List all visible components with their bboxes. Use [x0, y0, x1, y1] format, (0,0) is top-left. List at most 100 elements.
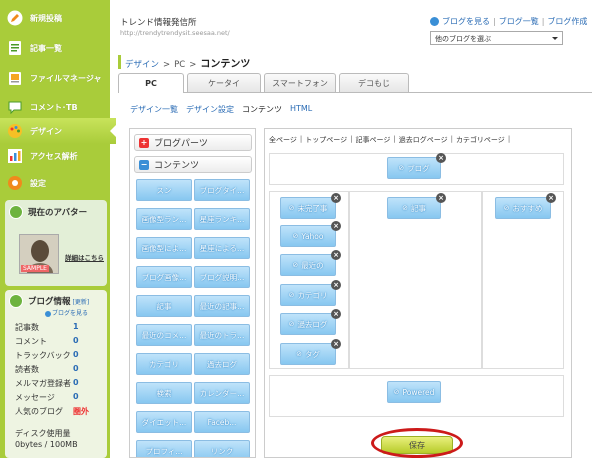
stat-label: 人気のブログ [15, 407, 63, 416]
save-button[interactable]: 保存 [381, 436, 453, 454]
part-item[interactable]: カレンダー... [194, 382, 250, 404]
nav-access-analysis[interactable]: アクセス解析 [0, 143, 108, 169]
part-item[interactable]: 記事 [136, 295, 192, 317]
link-icon: ⊘ [296, 350, 302, 358]
avatar-details-link[interactable]: 詳細はこちら [65, 252, 104, 262]
sub-nav-design-settings[interactable]: デザイン設定 [186, 104, 234, 115]
link-icon: ⊘ [288, 204, 295, 212]
blog-info-update-link[interactable]: [更新] [73, 297, 90, 306]
blog-url: http://trendytrendysit.seesaa.net/ [120, 29, 230, 37]
minus-icon: − [139, 159, 149, 170]
left-column-block[interactable]: ⊘ カテゴリ [280, 284, 336, 306]
part-item[interactable]: 過去ログ [194, 353, 250, 375]
left-column-block[interactable]: ⊘ Yahoo [280, 225, 336, 247]
nav-new-post[interactable]: 新規投稿 [0, 5, 108, 31]
blog-parts-title: ブログパーツ [154, 139, 208, 149]
tab-mobile[interactable]: ケータイ [187, 73, 261, 92]
close-icon[interactable]: × [331, 339, 341, 349]
header-block[interactable]: ⊘ ブログ [387, 157, 441, 179]
palette-icon [6, 122, 24, 140]
contents-header[interactable]: − コンテンツ [134, 156, 252, 173]
link-icon: ⊘ [398, 164, 405, 172]
left-column-block[interactable]: ⊘ 最近の [280, 254, 336, 276]
create-blog-link[interactable]: ブログ作成 [547, 16, 587, 27]
close-icon[interactable]: × [331, 309, 341, 319]
page-link-archive[interactable]: 過去ログページ [399, 135, 448, 145]
page-title: コンテンツ [200, 59, 251, 70]
nav-article-list[interactable]: 記事一覧 [0, 35, 108, 61]
part-item[interactable]: 画像型によ... [136, 237, 192, 259]
part-item[interactable]: ダイエット... [136, 411, 192, 433]
breadcrumb-design-link[interactable]: デザイン [125, 58, 159, 70]
tab-pc[interactable]: PC [118, 73, 184, 93]
nav-label: 記事一覧 [30, 43, 62, 53]
blog-name: トレンド情報発信所 [120, 18, 197, 28]
view-blog-link[interactable]: ブログを見る [442, 16, 490, 27]
left-column-block[interactable]: ⊘ 過去ログ [280, 313, 336, 335]
part-item[interactable]: カテゴリ [136, 353, 192, 375]
close-icon[interactable]: × [331, 221, 341, 231]
page-link-category[interactable]: カテゴリページ [456, 135, 505, 145]
part-item[interactable]: 最近のコメ... [136, 324, 192, 346]
left-column-block[interactable]: ⊘ タグ [280, 343, 336, 365]
part-item[interactable]: 星座ランキ... [194, 208, 250, 230]
link-separator: | [350, 135, 353, 143]
breadcrumb: デザイン > PC > コンテンツ [118, 55, 251, 70]
part-item[interactable]: 画像型ラン... [136, 208, 192, 230]
page-link-article[interactable]: 記事ページ [355, 135, 390, 145]
close-icon[interactable]: × [331, 250, 341, 260]
part-item[interactable]: 最近のトラ... [194, 324, 250, 346]
part-item[interactable]: 星座による... [194, 237, 250, 259]
blog-info-view-link[interactable]: ブログを見る [45, 308, 88, 317]
part-item[interactable]: Faceb... [194, 411, 250, 433]
green-dot-icon [9, 205, 23, 219]
part-item[interactable]: スン [136, 179, 192, 201]
nav-design[interactable]: デザイン [0, 118, 116, 144]
block-label: 最近の [301, 260, 324, 270]
nav-comment-tb[interactable]: コメント･TB [0, 94, 108, 120]
part-item[interactable]: リンク [194, 440, 250, 457]
close-icon[interactable]: × [546, 193, 556, 203]
page-link-all[interactable]: 全ページ [269, 135, 297, 145]
link-icon: ⊘ [393, 388, 400, 396]
sub-nav-design-list[interactable]: デザイン一覧 [130, 104, 178, 115]
sub-nav-html[interactable]: HTML [290, 104, 312, 115]
link-separator: | [541, 17, 545, 26]
blog-parts-header[interactable]: + ブログパーツ [134, 134, 252, 151]
page-link-top[interactable]: トップページ [305, 135, 347, 145]
nav-file-manager[interactable]: ファイルマネージャ [0, 65, 108, 91]
left-column-block[interactable]: ⊘ 未完了事 [280, 197, 336, 219]
avatar-sample-label: SAMPLE [21, 265, 49, 272]
tab-smartphone[interactable]: スマートフォン [264, 73, 336, 92]
link-icon: ⊘ [292, 261, 299, 269]
right-column-block[interactable]: ⊘ おすすめ [495, 197, 551, 219]
part-item[interactable]: 検索 [136, 382, 192, 404]
part-item[interactable]: ブログ説明... [194, 266, 250, 288]
close-icon[interactable]: × [331, 280, 341, 290]
footer-block[interactable]: ⊘ Powered [387, 381, 441, 403]
part-item[interactable]: プロフィ... [136, 440, 192, 457]
disk-usage-label: ディスク使用量 [15, 429, 71, 438]
link-separator: | [507, 135, 511, 143]
link-icon: ⊘ [503, 204, 510, 212]
nav-settings[interactable]: 設定 [0, 170, 108, 196]
part-item[interactable]: ブログタイ... [194, 179, 250, 201]
stat-label: コメント [15, 337, 47, 346]
blog-select-dropdown[interactable]: 他のブログを選ぶ [430, 31, 563, 45]
block-label: 記事 [410, 203, 426, 213]
sidebar: 新規投稿 記事一覧 ファイルマネージャ コメント･TB デザイン アクセス解析 [0, 0, 116, 458]
close-icon[interactable]: × [436, 153, 446, 163]
sub-nav-contents: コンテンツ [242, 105, 282, 114]
close-icon[interactable]: × [436, 193, 446, 203]
blog-info-box: ブログ情報 [更新] ブログを見る 記事数 1 コメント 0 トラックバック 0… [5, 290, 107, 458]
chevron-down-icon [552, 37, 558, 40]
link-separator: | [450, 135, 453, 143]
close-icon[interactable]: × [331, 193, 341, 203]
blog-list-link[interactable]: ブログ一覧 [499, 16, 539, 27]
file-manager-icon [6, 69, 24, 87]
nav-label: 新規投稿 [30, 13, 62, 23]
part-item[interactable]: 最近の記事... [194, 295, 250, 317]
tab-decomoji[interactable]: デコもじ [339, 73, 409, 92]
part-item[interactable]: ブログ画像... [136, 266, 192, 288]
center-column-block[interactable]: ⊘ 記事 [387, 197, 441, 219]
